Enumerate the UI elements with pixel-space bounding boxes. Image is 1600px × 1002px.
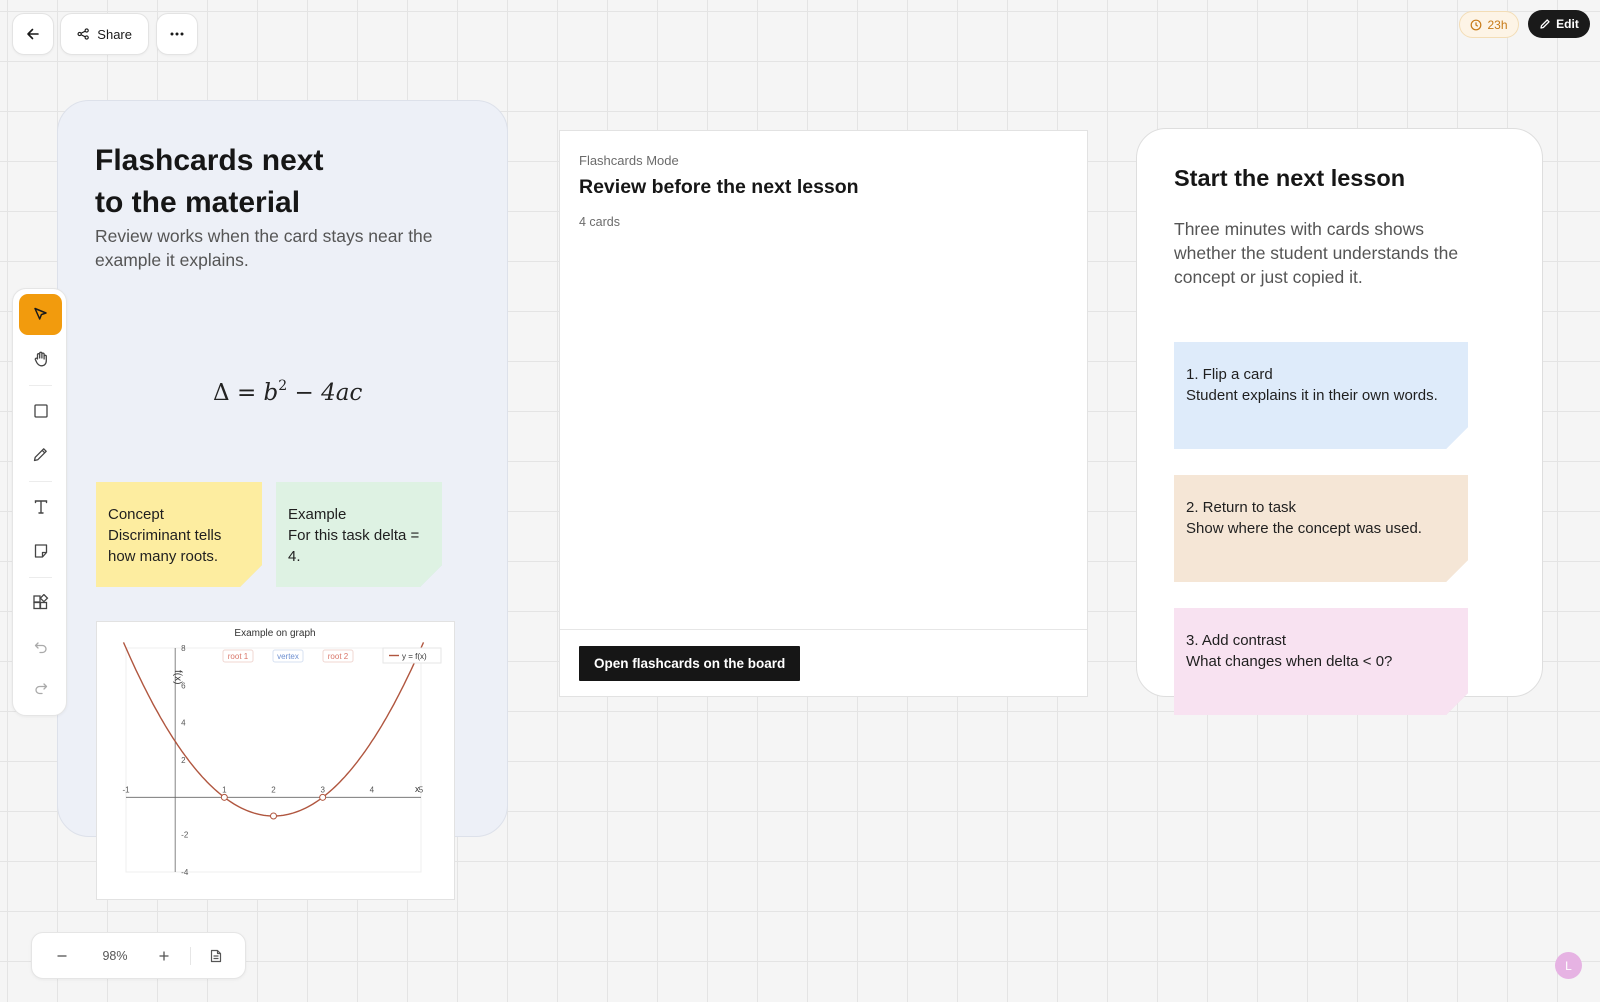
x-tick-label: 5 [419,785,424,794]
undo-icon [34,641,47,653]
arrow-left-icon [27,28,39,40]
badge-root-1: root 1 [228,652,249,661]
sticky-note-icon [34,543,47,558]
sticky-title: 2. Return to task [1186,499,1297,516]
sticky-note-add-contrast[interactable]: 3. Add contrast What changes when delta … [1174,608,1468,715]
page-outline-button[interactable] [198,933,234,978]
graph-title: Example on graph [234,628,315,639]
sticky-title: Example [288,506,347,523]
square-icon [33,403,48,418]
more-horizontal-icon [170,32,184,36]
zoom-in-button[interactable] [146,933,182,978]
sticky-note-flip-card[interactable]: 1. Flip a card Student explains it in th… [1174,342,1468,449]
more-options-button[interactable] [156,13,198,55]
sticky-note-concept[interactable]: Concept Discriminant tells how many root… [96,482,262,587]
card-divider [560,629,1087,630]
toolbar-divider [29,481,52,482]
toolbar-divider [29,577,52,578]
sticky-body: Student explains it in their own words. [1186,387,1438,404]
flashcards-card[interactable]: Flashcards Mode Review before the next l… [559,130,1088,697]
zoom-level[interactable]: 98% [88,933,142,978]
sticky-note-return-to-task[interactable]: 2. Return to task Show where the concept… [1174,475,1468,582]
sticky-body: For this task delta = 4. [288,527,420,565]
marker-badges: root 1 vertex root 2 [222,649,354,663]
quadratic-graph: Example on graph -1 1 2 3 4 58642-2-4 f(x) x … [122,628,442,877]
y-tick-label: 4 [181,719,186,728]
zoom-controls: 98% [31,932,246,979]
x-tick-label: 2 [271,785,276,794]
badge-root-2: root 2 [328,652,349,661]
share-button[interactable]: Share [60,13,149,55]
material-frame-description: Review works when the card stays near th… [95,226,433,270]
y-axis-label: f(x) [172,670,183,684]
pen-tool-button[interactable] [19,434,62,475]
pen-icon [33,448,47,462]
sticky-body: Show where the concept was used. [1186,520,1422,537]
sticky-note-example[interactable]: Example For this task delta = 4. [276,482,442,587]
open-flashcards-button[interactable]: Open flashcards on the board [579,646,801,681]
data-point-root-2 [319,793,327,801]
sticky-title: 1. Flip a card [1186,366,1273,383]
data-point-vertex [270,812,277,820]
x-tick-label: 3 [320,785,325,794]
redo-icon [34,682,47,694]
hand-tool-button[interactable] [19,338,62,379]
plus-icon [159,951,169,960]
zoom-divider [190,947,191,965]
undo-button[interactable] [19,626,62,667]
sticky-body: Discriminant tells how many roots. [108,527,222,565]
edit-label: Edit [1556,17,1579,31]
sticky-fold [1446,693,1468,715]
redo-button[interactable] [19,667,62,708]
edit-button[interactable]: Edit [1528,10,1590,38]
timer-label: 23h [1487,17,1508,32]
minus-icon [57,954,67,957]
x-tick-label: -1 [122,785,130,794]
y-tick-label: -4 [181,868,189,877]
user-avatar[interactable]: L [1555,952,1582,979]
next-lesson-description: Three minutes with cards shows whether t… [1174,219,1459,287]
next-lesson-title: Start the next lesson [1174,165,1406,191]
graph-card[interactable]: Example on graph -1 1 2 3 4 5 8 6 4 2 -2 -4 f(x) x … [96,621,455,900]
hand-icon [34,351,47,366]
share-icon [77,28,89,40]
flashcards-title: Review before the next lesson [579,176,859,198]
components-icon [33,594,49,610]
material-frame-title: Flashcards next to the material [95,144,324,219]
x-tick-label: 1 [222,785,227,794]
y-tick-label: 8 [181,644,186,653]
components-tool-button[interactable] [19,582,62,623]
clock-icon [1471,19,1482,30]
text-icon [34,499,47,514]
chart-legend: y = f(x) [382,647,442,664]
select-tool-button[interactable] [19,294,62,335]
x-axis-label: x [415,784,420,794]
rectangle-tool-button[interactable] [19,390,62,431]
sticky-body: What changes when delta < 0? [1186,653,1393,670]
data-point-root-1 [220,793,228,801]
pencil-icon [1540,19,1550,29]
sticky-note-tool-button[interactable] [19,530,62,571]
session-timer-badge[interactable]: 23h [1459,11,1519,38]
legend-label: y = f(x) [402,652,427,661]
sticky-title: Concept [108,506,164,523]
discriminant-formula[interactable]: Δ = b2 − 4ac [213,378,362,406]
toolbar-divider [29,385,52,386]
mode-label: Flashcards Mode [579,153,679,168]
zoom-out-button[interactable] [44,933,80,978]
x-tick-label: 4 [370,785,375,794]
back-button[interactable] [12,13,54,55]
card-count: 4 cards [579,215,620,229]
document-icon [210,949,222,962]
badge-vertex: vertex [277,652,299,661]
y-tick-label: -2 [181,831,189,840]
cursor-icon [34,307,47,320]
share-label: Share [97,26,132,42]
sticky-title: 3. Add contrast [1186,632,1287,649]
y-tick-label: 2 [181,756,186,765]
tools-toolbar [12,288,67,716]
text-tool-button[interactable] [19,486,62,527]
